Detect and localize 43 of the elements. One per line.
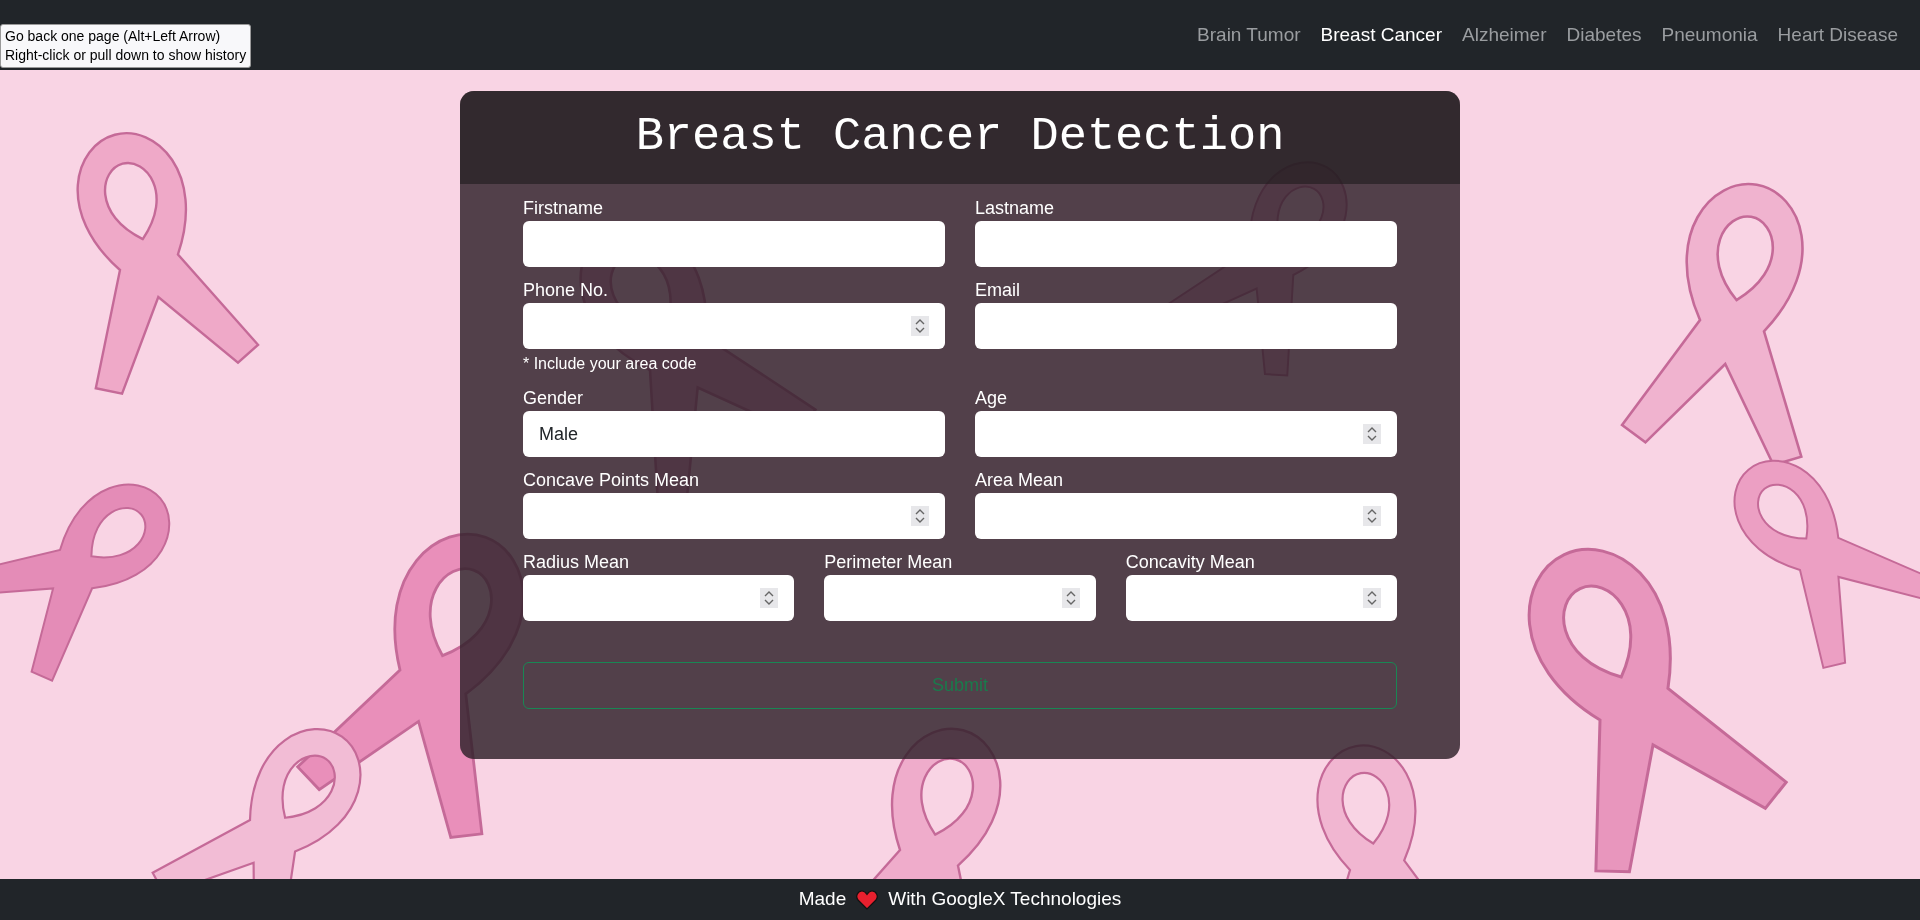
input-field[interactable]	[975, 493, 1397, 539]
spinner-icon[interactable]	[1363, 424, 1381, 444]
field-label: Firstname	[523, 197, 604, 220]
input-field[interactable]	[523, 575, 795, 621]
hint-text: * Include your area code	[523, 354, 698, 374]
input-field[interactable]	[975, 303, 1397, 349]
input-field[interactable]	[975, 411, 1397, 457]
input-field[interactable]	[523, 303, 945, 349]
nav-link[interactable]: Diabetes	[1566, 20, 1642, 50]
nav-link[interactable]: Heart Disease	[1777, 20, 1898, 50]
field-label: Phone No.	[523, 279, 610, 302]
field-label: Concavity Mean	[1125, 551, 1256, 574]
spinner-icon[interactable]	[911, 506, 929, 526]
heart-icon	[856, 889, 879, 910]
input-field[interactable]	[975, 221, 1397, 267]
input-field[interactable]	[523, 493, 945, 539]
input-field[interactable]	[1125, 575, 1397, 621]
input-field[interactable]: Male	[523, 411, 945, 457]
spinner-icon[interactable]	[911, 316, 929, 336]
nav-link[interactable]: Alzheimer	[1462, 20, 1547, 50]
field-value: Male	[539, 422, 579, 446]
tooltip-text: Right-click or pull down to show history	[5, 46, 247, 65]
input-field[interactable]	[824, 575, 1096, 621]
spinner-icon[interactable]	[1363, 506, 1381, 526]
field-label: Gender	[523, 387, 585, 410]
nav-link[interactable]: Pneumonia	[1661, 20, 1758, 50]
form-title: Breast Cancer Detection	[635, 109, 1285, 166]
input-field[interactable]	[523, 221, 945, 267]
spinner-icon[interactable]	[1363, 588, 1381, 608]
footer-text: Made	[798, 887, 847, 912]
nav-link[interactable]: Brain Tumor	[1197, 20, 1301, 50]
tooltip-text: Go back one page (Alt+Left Arrow)	[5, 27, 222, 46]
spinner-icon[interactable]	[1061, 588, 1080, 608]
footer-text: With GoogleX Technologies	[888, 887, 1122, 912]
field-label: Perimeter Mean	[824, 551, 954, 574]
spinner-icon[interactable]	[760, 588, 779, 608]
field-label: Radius Mean	[523, 551, 631, 574]
field-label: Concave Points Mean	[523, 469, 701, 492]
field-label: Email	[975, 279, 1021, 302]
nav-link[interactable]: Breast Cancer	[1320, 20, 1442, 50]
field-label: Age	[975, 387, 1009, 410]
field-label: Lastname	[975, 197, 1056, 220]
field-label: Area Mean	[975, 469, 1065, 492]
